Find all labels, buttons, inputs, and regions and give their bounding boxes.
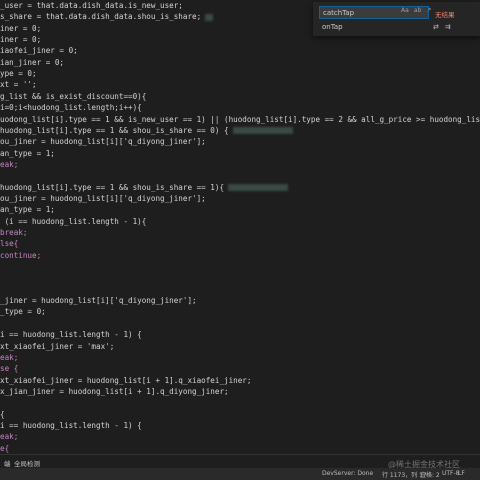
replace-row: onTap ⇄ ⇉ [313, 21, 480, 35]
code-token: uodong_list[i].type == 1 && is_new_user … [0, 114, 480, 124]
code-token: eak; [0, 352, 19, 362]
code-token: iaofei_jiner = 0; [0, 46, 78, 56]
match-case-toggle[interactable]: Aa [401, 7, 409, 14]
code-token: se { [0, 364, 19, 374]
code-token: e{ [0, 443, 10, 453]
code-token: ou_jiner = huodong_list[i]['q_diyong_jin… [0, 193, 206, 203]
code-token: g_list && is_exist_discount==0){ [0, 91, 147, 101]
code-line[interactable]: break; [0, 227, 27, 238]
code-token: ype = 0; [0, 69, 37, 79]
panel-tab-terminal[interactable]: 端 [4, 458, 11, 468]
code-line[interactable]: i == huodong_list.length - 1) { [0, 329, 142, 340]
code-line[interactable]: huodong_list[i].type == 1 && shou_is_sha… [0, 182, 289, 193]
find-replace-widget: catchTap Aa ab .* 无结果 onTap ⇄ ⇉ [313, 2, 480, 36]
code-line[interactable]: xt = ''; [0, 79, 37, 90]
code-token: ou_jiner = huodong_list[i]['q_diyong_jin… [0, 137, 206, 147]
code-token: eak; [0, 432, 19, 442]
code-token: _type = 0; [0, 307, 46, 317]
code-token: xt_xiaofei_jiner = 'max'; [0, 341, 115, 351]
code-line[interactable]: { [0, 409, 5, 420]
code-line[interactable]: iner = 0; [0, 23, 41, 34]
code-line[interactable]: iaofei_jiner = 0; [0, 45, 78, 56]
code-token: an_type = 1; [0, 148, 55, 158]
status-bar: DevServer: Done 行 1173，列 17 空格: 2 UTF-8 … [0, 468, 480, 480]
code-token: continue; [0, 250, 42, 260]
code-line[interactable]: i == huodong_list.length - 1) { [0, 420, 142, 431]
code-token: lse{ [0, 239, 19, 249]
replace-actions: ⇄ ⇉ [433, 23, 457, 31]
code-token: an_type = 1; [0, 205, 55, 215]
code-token: break; [0, 228, 28, 237]
code-line[interactable]: iner = 0; [0, 34, 41, 45]
code-token: s_share = that.data.dish_data.shou_is_sh… [0, 12, 202, 22]
indent-spaces[interactable]: 空格: 2 [420, 470, 440, 479]
code-line[interactable]: ype = 0; [0, 68, 37, 79]
code-line[interactable]: ian_jiner = 0; [0, 57, 64, 68]
code-line[interactable]: i=0;i<huodong_list.length;i++){ [0, 102, 142, 113]
find-options: Aa ab .* [401, 7, 436, 14]
find-result-count: 无结果 [435, 11, 455, 19]
encoding[interactable]: UTF-8 [442, 470, 460, 477]
code-token: huodong_list[i].type == 1 && shou_is_sha… [0, 182, 225, 192]
replace-all-icon[interactable]: ⇉ [445, 23, 451, 31]
code-token: huodong_list[i].type == 1 && shou_is_sha… [0, 125, 229, 135]
code-token: eak; [0, 159, 19, 169]
code-line[interactable]: eak; [0, 431, 18, 442]
code-token: i=0;i<huodong_list.length;i++){ [0, 103, 142, 113]
code-line[interactable]: an_type = 1; [0, 204, 55, 215]
code-line[interactable]: _user = that.data.dish_data.is_new_user; [0, 0, 183, 11]
code-token: i == huodong_list.length - 1) { [0, 420, 142, 430]
redacted-block [228, 184, 289, 192]
replace-icon[interactable]: ⇄ [433, 23, 439, 31]
code-token: xt_xiaofei_jiner = huodong_list[i + 1].q… [0, 375, 252, 385]
code-token: iner = 0; [0, 23, 42, 33]
code-line[interactable]: e{ [0, 443, 9, 454]
code-line[interactable]: xt_xiaofei_jiner = 'max'; [0, 341, 114, 352]
replace-input[interactable]: onTap [319, 21, 429, 34]
panel-tab-global-check[interactable]: 全局检测 [14, 458, 40, 468]
redacted-block [232, 127, 293, 135]
code-line[interactable]: ou_jiner = huodong_list[i]['q_diyong_jin… [0, 136, 206, 147]
code-token: i == huodong_list.length - 1) { [0, 330, 142, 340]
code-token: _jiner = huodong_list[i]['q_diyong_jiner… [0, 296, 197, 306]
code-token: iner = 0; [0, 35, 42, 45]
code-line[interactable]: an_type = 1; [0, 148, 55, 159]
code-line[interactable]: _jiner = huodong_list[i]['q_diyong_jiner… [0, 295, 197, 306]
code-line[interactable]: xt_xiaofei_jiner = huodong_list[i + 1].q… [0, 375, 251, 386]
code-line[interactable]: ou_jiner = huodong_list[i]['q_diyong_jin… [0, 193, 206, 204]
code-token: x_jian_jiner = huodong_list[i + 1].q_diy… [0, 386, 229, 396]
code-line[interactable]: huodong_list[i].type == 1 && shou_is_sha… [0, 125, 293, 136]
regex-toggle[interactable]: .* [426, 7, 431, 14]
redacted-block [205, 13, 214, 21]
code-editor[interactable]: _user = that.data.dish_data.is_new_user;… [0, 0, 480, 454]
code-line[interactable]: eak; [0, 159, 18, 170]
code-line[interactable]: se { [0, 363, 18, 374]
code-line[interactable]: eak; [0, 352, 18, 363]
code-token: { [0, 409, 5, 419]
match-word-toggle[interactable]: ab [414, 7, 422, 14]
code-line[interactable]: uodong_list[i].type == 1 && is_new_user … [0, 114, 480, 125]
code-line[interactable]: x_jian_jiner = huodong_list[i + 1].q_diy… [0, 386, 229, 397]
code-line[interactable]: (i == huodong_list.length - 1){ [0, 216, 147, 227]
find-row: catchTap Aa ab .* 无结果 [313, 6, 480, 20]
code-line[interactable]: lse{ [0, 238, 18, 249]
code-token: _user = that.data.dish_data.is_new_user; [0, 1, 183, 10]
code-line[interactable]: s_share = that.data.dish_data.shou_is_sh… [0, 11, 214, 22]
code-token: xt = ''; [0, 80, 37, 90]
code-line[interactable]: continue; [0, 250, 41, 261]
code-line[interactable]: _type = 0; [0, 306, 46, 317]
line-ending[interactable]: LF [458, 470, 465, 477]
devserver-status[interactable]: DevServer: Done [322, 470, 373, 477]
code-line[interactable]: g_list && is_exist_discount==0){ [0, 91, 146, 102]
code-token: (i == huodong_list.length - 1){ [0, 216, 147, 226]
code-token: ian_jiner = 0; [0, 57, 65, 67]
